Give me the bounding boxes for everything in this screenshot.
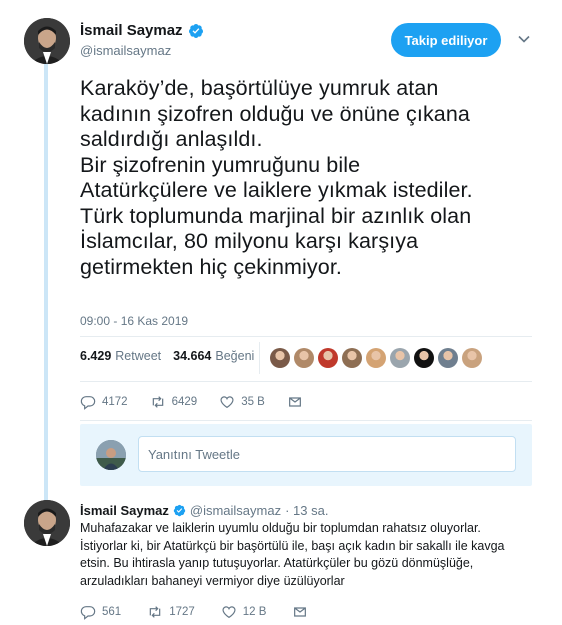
avatar[interactable] xyxy=(24,18,70,64)
message-action[interactable] xyxy=(292,604,308,620)
reply-header: İsmail Saymaz @ismailsaymaz · 13 sa. xyxy=(80,503,328,518)
retweet-stat[interactable]: 6.429 Retweet xyxy=(80,349,161,363)
heart-icon xyxy=(222,606,236,619)
like-stat[interactable]: 34.664 Beğeni xyxy=(173,349,254,363)
tweet-stats: 6.429 Retweet 34.664 Beğeni xyxy=(80,349,254,363)
liker-avatar[interactable] xyxy=(342,348,362,368)
verified-badge-icon xyxy=(188,23,203,38)
divider xyxy=(80,420,532,421)
retweet-icon xyxy=(152,396,163,408)
liker-avatar[interactable] xyxy=(390,348,410,368)
liker-avatar[interactable] xyxy=(366,348,386,368)
thread-connector-line xyxy=(44,62,48,502)
retweet-action[interactable]: 1727 xyxy=(147,604,195,620)
like-count: 12 B xyxy=(242,606,267,618)
tweet-timestamp[interactable]: 09:00 - 16 Kas 2019 xyxy=(80,314,188,328)
reply-composer: Yanıtını Tweetle xyxy=(80,424,532,486)
message-action[interactable] xyxy=(287,394,303,410)
retweet-count: 1727 xyxy=(169,606,195,618)
reply-count: 4172 xyxy=(102,396,128,408)
heart-icon xyxy=(220,396,234,409)
like-count: 35 B xyxy=(241,396,265,408)
retweet-icon xyxy=(149,606,161,618)
author-handle[interactable]: @ismailsaymaz xyxy=(80,43,171,58)
reply-input[interactable]: Yanıtını Tweetle xyxy=(138,436,516,472)
reply-avatar[interactable] xyxy=(24,500,70,546)
reply-action[interactable]: 4172 xyxy=(80,394,128,410)
current-user-avatar xyxy=(96,440,126,470)
liker-avatar[interactable] xyxy=(294,348,314,368)
tweet-actions: 4172 6429 35 B xyxy=(80,394,325,410)
following-button[interactable]: Takip ediliyor xyxy=(391,23,501,57)
like-action[interactable]: 12 B xyxy=(221,604,267,620)
verified-badge-icon xyxy=(173,504,186,517)
reply-icon xyxy=(80,606,96,620)
divider xyxy=(80,336,532,337)
envelope-icon xyxy=(288,397,301,407)
reply-time[interactable]: · 13 sa. xyxy=(285,503,328,518)
retweet-count: 6429 xyxy=(171,396,198,408)
reply-icon xyxy=(80,396,96,410)
retweet-action[interactable]: 6429 xyxy=(150,394,198,410)
liker-avatar[interactable] xyxy=(438,348,458,368)
tweet-text: Karaköy’de, başörtülüye yumruk atan kadı… xyxy=(80,76,473,279)
like-action[interactable]: 35 B xyxy=(219,394,265,410)
author-name[interactable]: İsmail Saymaz xyxy=(80,22,204,39)
envelope-icon xyxy=(294,607,307,617)
liker-avatar[interactable] xyxy=(270,348,290,368)
liker-avatar[interactable] xyxy=(414,348,434,368)
reply-author-handle[interactable]: @ismailsaymaz xyxy=(190,503,281,518)
divider xyxy=(80,381,532,382)
reply-tweet-text: Muhafazakar ve laiklerin uyumlu olduğu b… xyxy=(80,521,505,588)
reply-author-name[interactable]: İsmail Saymaz xyxy=(80,503,169,518)
chevron-down-icon[interactable] xyxy=(517,32,531,46)
liker-avatar[interactable] xyxy=(318,348,338,368)
reply-tweet-actions: 561 1727 12 B xyxy=(80,604,334,620)
reply-count: 561 xyxy=(102,606,122,618)
liker-avatars xyxy=(270,348,482,368)
reply-action[interactable]: 561 xyxy=(80,604,121,620)
author-name-text[interactable]: İsmail Saymaz xyxy=(80,22,183,39)
stats-separator xyxy=(259,342,260,374)
liker-avatar[interactable] xyxy=(462,348,482,368)
